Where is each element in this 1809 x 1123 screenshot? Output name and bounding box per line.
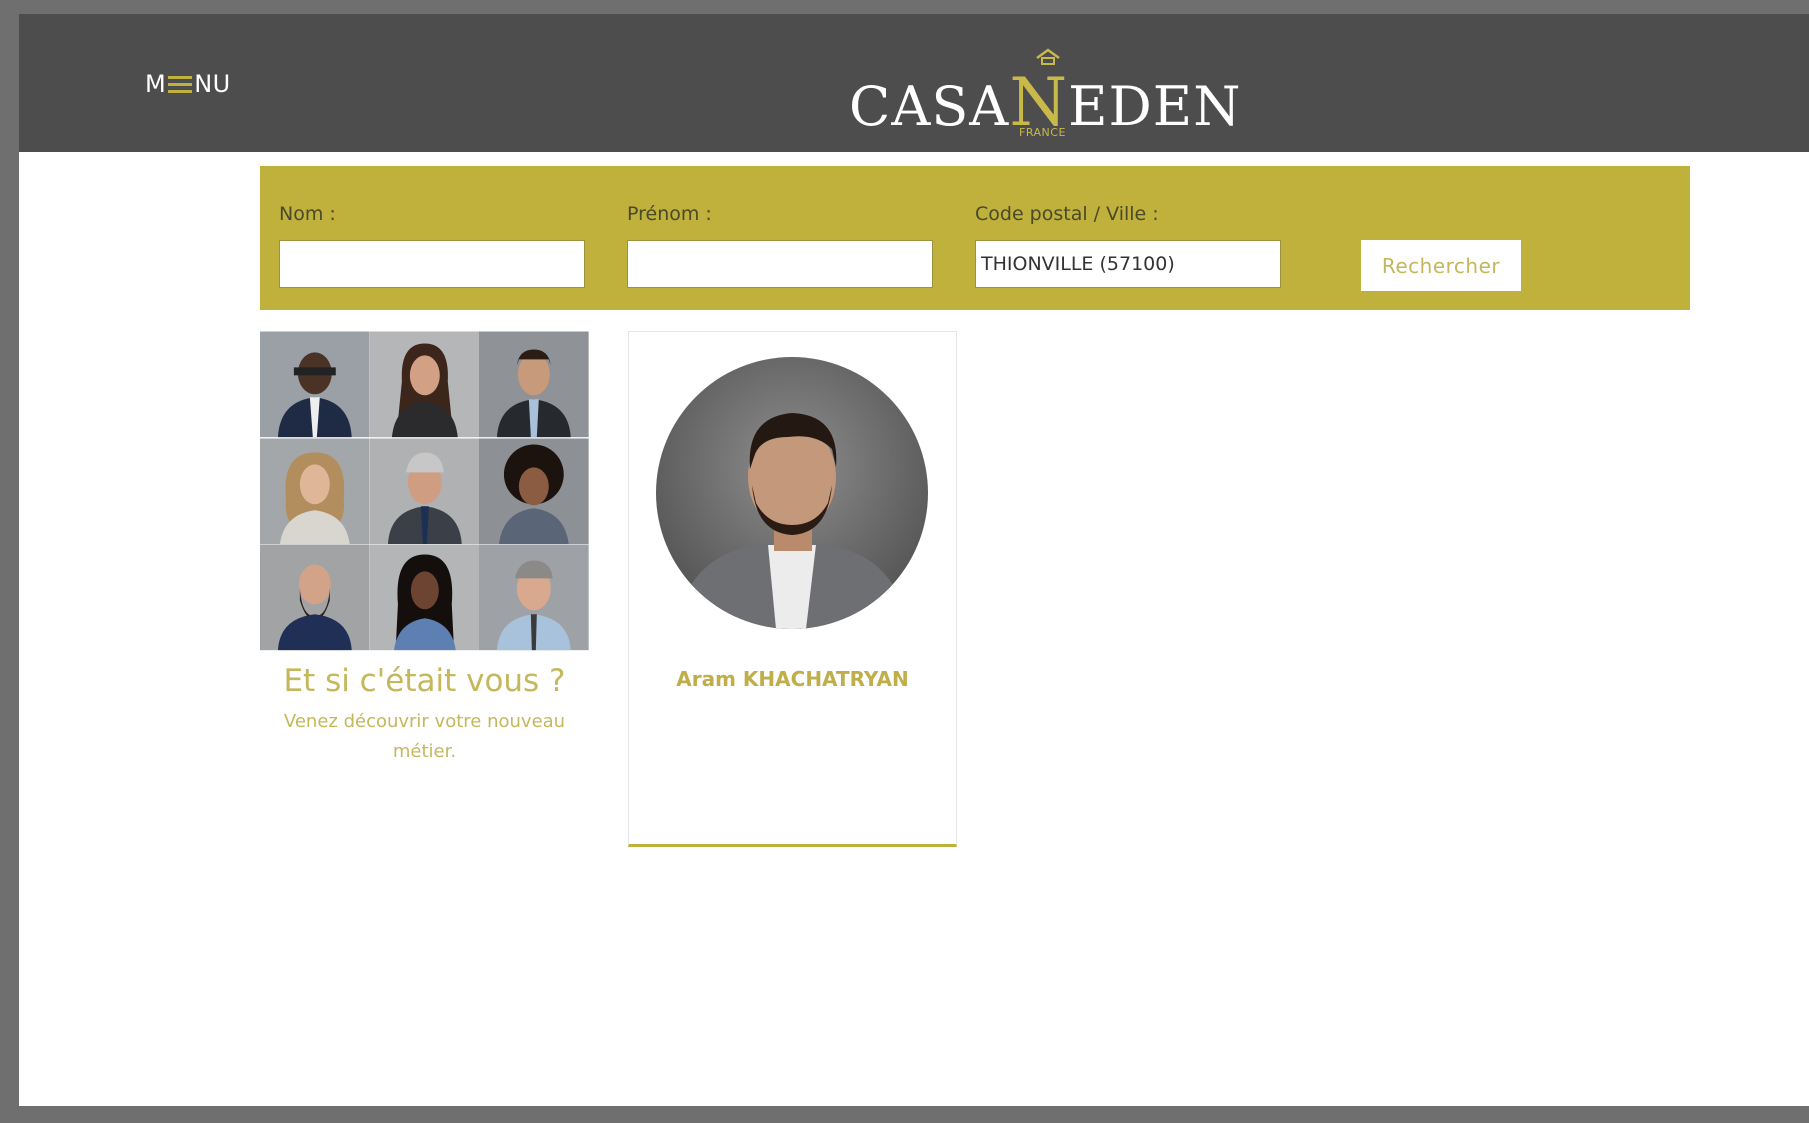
person-photo — [260, 331, 370, 438]
person-photo — [369, 331, 480, 438]
advisor-name: Aram KHACHATRYAN — [676, 667, 909, 691]
promo-subtitle-line: métier. — [392, 741, 457, 762]
promo-subtitle-line: Venez découvrir votre nouveau — [283, 711, 566, 732]
page: M NU CASANEDEN FRANCE Nom : Prénom : Cod… — [19, 14, 1809, 1106]
search-form: Nom : Prénom : Code postal / Ville : Rec… — [260, 166, 1690, 310]
person-photo — [369, 544, 480, 651]
promo-title: Et si c'était vous ? — [283, 663, 566, 699]
prenom-label: Prénom : — [627, 203, 712, 225]
person-photo — [479, 331, 589, 438]
promo-block[interactable]: Et si c'était vous ? Venez découvrir vot… — [260, 331, 589, 767]
person-photo — [369, 438, 480, 545]
person-photo — [479, 438, 589, 545]
people-photo-grid — [260, 331, 589, 651]
logo-subtitle: FRANCE — [1019, 126, 1066, 139]
logo-text-left: CASA — [849, 75, 1010, 138]
nom-label: Nom : — [279, 203, 336, 225]
person-photo — [260, 438, 370, 545]
search-button[interactable]: Rechercher — [1361, 240, 1521, 291]
menu-label-right: NU — [194, 70, 231, 98]
person-photo — [260, 544, 370, 651]
advisor-card[interactable]: Aram KHACHATRYAN — [628, 331, 957, 847]
person-photo — [479, 544, 589, 651]
site-header: M NU CASANEDEN FRANCE — [19, 14, 1809, 152]
ville-input[interactable] — [975, 240, 1281, 288]
nom-input[interactable] — [279, 240, 585, 288]
ville-label: Code postal / Ville : — [975, 203, 1159, 225]
logo-text-right: EDEN — [1068, 75, 1242, 138]
advisor-avatar — [656, 357, 928, 629]
hamburger-icon — [168, 74, 193, 94]
promo-subtitle: Venez découvrir votre nouveau métier. — [260, 707, 589, 767]
menu-label-left: M — [145, 70, 167, 98]
site-logo[interactable]: CASANEDEN FRANCE — [849, 42, 1240, 142]
menu-button[interactable]: M NU — [145, 69, 231, 99]
prenom-input[interactable] — [627, 240, 933, 288]
